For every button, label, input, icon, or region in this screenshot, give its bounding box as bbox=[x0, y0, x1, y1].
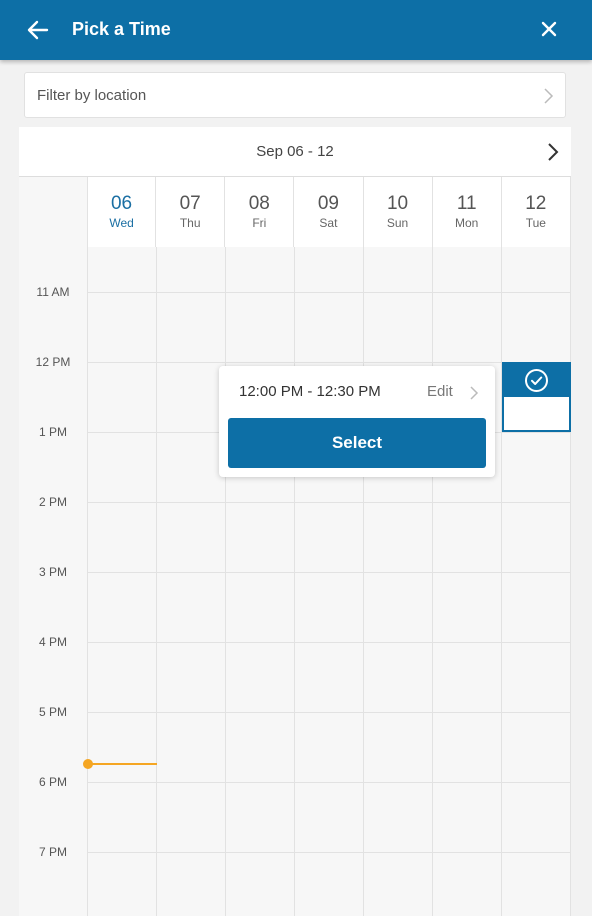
grid-hour-line bbox=[87, 572, 571, 573]
time-gutter: 11 AM 12 PM 1 PM 2 PM 3 PM 4 PM 5 PM 6 P… bbox=[19, 247, 87, 916]
day-header[interactable]: 06 Wed bbox=[87, 177, 157, 247]
edit-link[interactable]: Edit bbox=[427, 383, 453, 400]
selected-slot-header bbox=[504, 364, 569, 397]
grid-column-line bbox=[87, 247, 88, 916]
grid-hour-line bbox=[87, 782, 571, 783]
chevron-right-icon bbox=[544, 88, 554, 104]
day-number: 06 bbox=[110, 193, 133, 214]
grid-column-line bbox=[225, 247, 226, 916]
day-header-row: 06 Wed 07 Thu 08 Fri 09 Sat 10 Sun 11 Mo… bbox=[87, 177, 571, 247]
time-label: 7 PM bbox=[38, 845, 67, 859]
grid-hour-line bbox=[87, 712, 571, 713]
check-circle-icon bbox=[525, 369, 548, 392]
page-title: Pick a Time bbox=[72, 19, 171, 39]
filter-label: Filter by location bbox=[37, 87, 147, 104]
day-number: 07 bbox=[179, 193, 201, 214]
day-number: 11 bbox=[456, 193, 477, 214]
time-range: 12:00 PM - 12:30 PM bbox=[239, 383, 381, 400]
day-of-week: Sun bbox=[386, 216, 409, 230]
day-header[interactable]: 11 Mon bbox=[432, 177, 502, 247]
grid-hour-line bbox=[87, 502, 571, 503]
day-of-week: Sat bbox=[319, 216, 338, 230]
time-slot-popup: 12:00 PM - 12:30 PM Edit Select bbox=[219, 366, 495, 477]
day-of-week: Tue bbox=[525, 216, 546, 230]
week-navigator: Sep 06 - 12 bbox=[19, 127, 571, 177]
time-label: 12 PM bbox=[35, 355, 71, 369]
day-header[interactable]: 10 Sun bbox=[363, 177, 433, 247]
grid-hour-line bbox=[87, 292, 571, 293]
day-of-week: Mon bbox=[455, 216, 479, 230]
current-time-line bbox=[87, 763, 157, 765]
chevron-right-icon[interactable] bbox=[468, 384, 480, 402]
grid-column-line bbox=[501, 247, 502, 916]
time-grid[interactable] bbox=[87, 247, 571, 916]
day-number: 10 bbox=[386, 193, 409, 214]
day-header[interactable]: 09 Sat bbox=[294, 177, 364, 247]
day-number: 08 bbox=[248, 193, 270, 214]
time-label: 6 PM bbox=[38, 775, 67, 789]
selected-time-slot[interactable] bbox=[502, 362, 571, 432]
arrow-left-icon[interactable] bbox=[24, 16, 52, 44]
current-time-dot bbox=[83, 759, 93, 769]
grid-hour-line bbox=[87, 362, 571, 363]
calendar: Sep 06 - 12 06 Wed 07 Thu 08 Fri 09 Sat … bbox=[19, 127, 571, 916]
filter-by-location[interactable]: Filter by location bbox=[24, 72, 566, 118]
grid-column-line bbox=[294, 247, 295, 916]
time-label: 11 AM bbox=[36, 285, 70, 299]
day-number: 09 bbox=[317, 193, 339, 214]
grid-column-line bbox=[156, 247, 157, 916]
time-label: 5 PM bbox=[38, 705, 67, 719]
time-label: 1 PM bbox=[38, 425, 67, 439]
day-header[interactable]: 07 Thu bbox=[156, 177, 226, 247]
day-header[interactable]: 12 Tue bbox=[501, 177, 571, 247]
time-label: 2 PM bbox=[38, 495, 67, 509]
time-label: 3 PM bbox=[38, 565, 67, 579]
select-button[interactable]: Select bbox=[228, 418, 486, 468]
day-of-week: Wed bbox=[109, 216, 134, 230]
grid-column-line bbox=[363, 247, 364, 916]
grid-column-line bbox=[432, 247, 433, 916]
week-range: Sep 06 - 12 bbox=[256, 143, 334, 160]
day-header[interactable]: 08 Fri bbox=[225, 177, 295, 247]
day-of-week: Fri bbox=[252, 216, 267, 230]
day-of-week: Thu bbox=[179, 216, 201, 230]
grid-hour-line bbox=[87, 852, 571, 853]
day-number: 12 bbox=[525, 193, 547, 214]
grid-hour-line bbox=[87, 642, 571, 643]
next-week-chevron-icon[interactable] bbox=[545, 140, 561, 164]
time-label: 4 PM bbox=[38, 635, 67, 649]
grid-column-line bbox=[570, 247, 571, 916]
close-icon[interactable] bbox=[538, 18, 560, 40]
app-header: Pick a Time bbox=[0, 0, 592, 60]
